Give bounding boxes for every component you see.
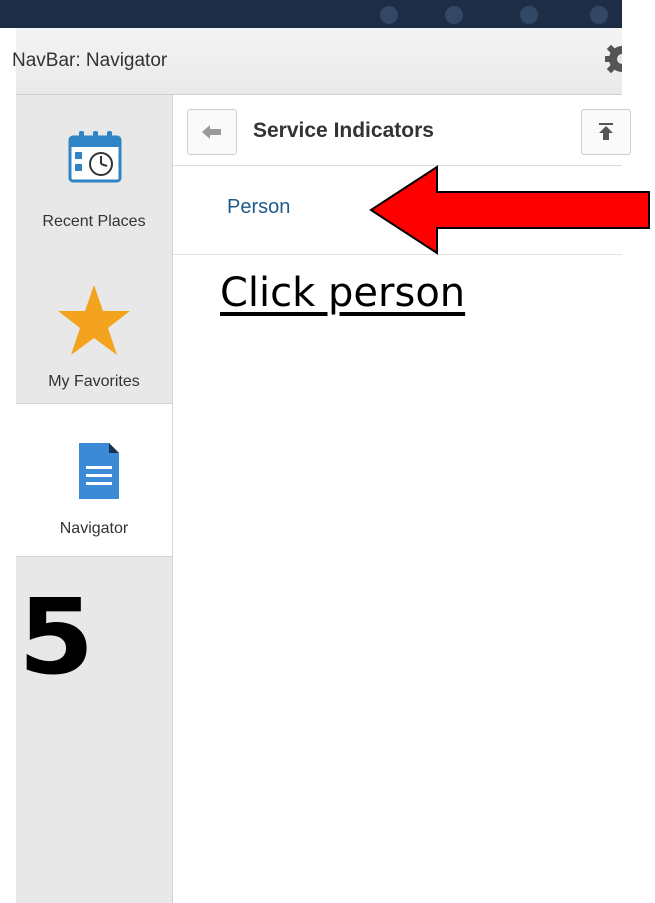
back-button[interactable] — [187, 109, 237, 155]
gear-icon[interactable] — [598, 42, 635, 81]
toolbar-icon — [590, 6, 608, 24]
breadcrumb: Service Indicators — [173, 95, 631, 166]
red-arrow-icon — [369, 165, 651, 262]
sidebar-item-recent-places[interactable]: Recent Places — [16, 95, 172, 247]
instruction-text: Click person — [220, 270, 466, 316]
sidebar-item-label: Recent Places — [42, 213, 146, 230]
navbar-panel: NavBar: Navigator Recent Places My Favor… — [12, 28, 635, 903]
navbar-sidebar: Recent Places My Favorites Navigator 5 — [16, 95, 173, 903]
navbar-header: NavBar: Navigator — [12, 28, 635, 95]
toolbar-icon — [520, 6, 538, 24]
star-icon — [56, 283, 132, 362]
document-icon — [76, 440, 122, 507]
sidebar-item-label: My Favorites — [48, 373, 140, 390]
toolbar-icon — [445, 6, 463, 24]
sidebar-item-my-favorites[interactable]: My Favorites — [16, 253, 172, 405]
step-number: 5 — [18, 576, 95, 698]
navbar-title: NavBar: Navigator — [12, 50, 168, 71]
sidebar-item-label: Navigator — [59, 520, 129, 537]
person-link[interactable]: Person — [227, 196, 290, 219]
calendar-clock-icon — [68, 131, 122, 188]
browser-top-strip — [0, 0, 622, 28]
toolbar-icon — [380, 6, 398, 24]
sidebar-item-navigator[interactable]: Navigator — [16, 403, 172, 557]
up-to-top-icon — [598, 123, 614, 146]
back-arrow-icon — [202, 124, 222, 145]
page-title: Service Indicators — [253, 119, 434, 142]
collapse-button[interactable] — [581, 109, 631, 155]
